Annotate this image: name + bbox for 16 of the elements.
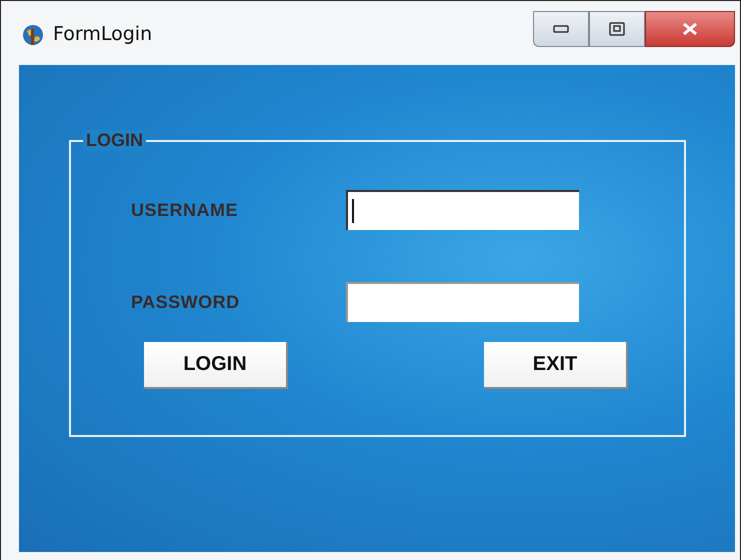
minimize-button[interactable] (533, 11, 589, 47)
globe-icon (21, 23, 45, 47)
minimize-icon (553, 25, 569, 33)
input-field[interactable] (346, 282, 579, 322)
window-title: FormLogin (53, 23, 152, 45)
restore-icon (609, 22, 625, 36)
form-button[interactable]: EXIT (484, 342, 628, 389)
maximize-button[interactable] (589, 11, 645, 47)
close-icon (681, 22, 699, 36)
group-title: LOGIN (83, 130, 146, 151)
field-label: PASSWORD (131, 292, 241, 312)
field-label: USERNAME (131, 200, 240, 220)
input-field[interactable] (346, 190, 579, 230)
form-button[interactable]: LOGIN (144, 342, 288, 389)
text-cursor (352, 199, 354, 223)
close-button[interactable] (645, 11, 735, 47)
